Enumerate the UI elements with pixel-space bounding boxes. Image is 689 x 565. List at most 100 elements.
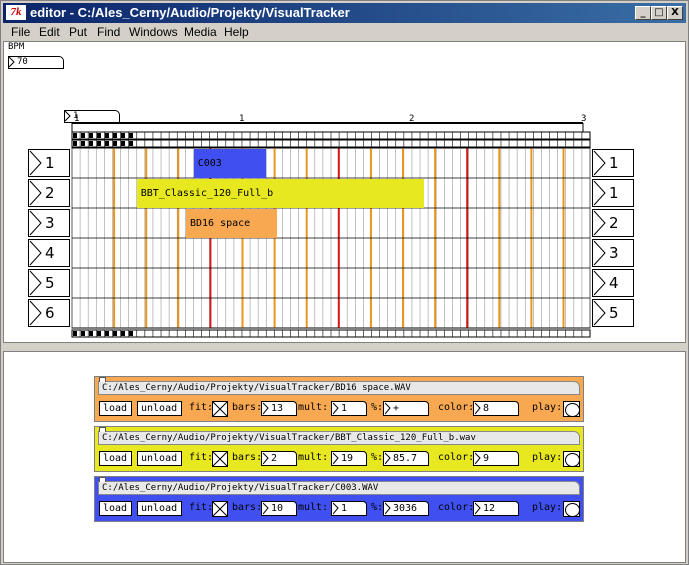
number-box-triangle-icon: [475, 502, 481, 515]
bottom-cell-strip-marker: [121, 331, 125, 336]
play-label: play:: [532, 402, 563, 413]
mult-number-box[interactable]: 1: [331, 501, 367, 516]
color-label: color:: [438, 502, 475, 513]
top-cell-strip-marker: [81, 133, 85, 138]
clip-3[interactable]: BD16 space: [185, 209, 277, 238]
number-box-triangle-icon: [29, 240, 42, 266]
menu-bar: File Edit Put Find Windows Media Help: [3, 23, 686, 41]
load-button[interactable]: load: [99, 451, 132, 466]
bottom-cell-strip-marker: [129, 331, 133, 336]
title-bar[interactable]: 7k editor - C:/Ales_Cerny/Audio/Projekty…: [3, 3, 686, 23]
editor-window: 7k editor - C:/Ales_Cerny/Audio/Projekty…: [0, 0, 689, 565]
track-out-box-5[interactable]: 4: [592, 269, 634, 297]
top-cell-strip-marker: [129, 133, 133, 138]
menu-find[interactable]: Find: [97, 25, 120, 39]
path-inlet: [99, 377, 106, 382]
menu-file[interactable]: File: [11, 25, 30, 39]
number-box-triangle-icon: [593, 270, 606, 296]
close-button[interactable]: X: [667, 6, 683, 20]
color-number-box[interactable]: 8: [473, 401, 519, 416]
pane-splitter[interactable]: [3, 343, 686, 351]
track-number: 4: [609, 274, 619, 292]
fit-toggle[interactable]: [212, 401, 228, 417]
fit-label: fit:: [189, 502, 214, 513]
top-cell-strip-marker: [105, 141, 109, 146]
menu-windows[interactable]: Windows: [129, 25, 178, 39]
percent-number-box[interactable]: 3036: [383, 501, 429, 516]
number-box-triangle-icon: [593, 180, 606, 206]
ruler-label: 3: [581, 114, 586, 124]
load-button[interactable]: load: [99, 501, 132, 516]
menu-put[interactable]: Put: [69, 25, 87, 39]
unload-button[interactable]: unload: [137, 401, 182, 416]
play-bang-button[interactable]: [563, 401, 580, 417]
menu-help[interactable]: Help: [224, 25, 249, 39]
track-number: 5: [45, 274, 55, 292]
mult-number-box[interactable]: 1: [331, 401, 367, 416]
window-title: editor - C:/Ales_Cerny/Audio/Projekty/Vi…: [30, 5, 350, 20]
play-label: play:: [532, 502, 563, 513]
track-number: 1: [609, 154, 619, 172]
percent-number-box[interactable]: +: [383, 401, 429, 416]
bars-number-box[interactable]: 13: [261, 401, 297, 416]
track-in-box-1[interactable]: 1: [28, 149, 70, 177]
fit-toggle[interactable]: [212, 501, 228, 517]
track-number: 2: [609, 214, 619, 232]
top-cell-strip-marker: [129, 141, 133, 146]
file-path: C:/Ales_Cerny/Audio/Projekty/VisualTrack…: [98, 427, 580, 445]
top-cell-strip-marker: [113, 133, 117, 138]
unload-button[interactable]: unload: [137, 501, 182, 516]
track-out-box-1[interactable]: 1: [592, 149, 634, 177]
menu-media[interactable]: Media: [184, 25, 217, 39]
bars-number-box[interactable]: 10: [261, 501, 297, 516]
patch-canvas-bottom[interactable]: C:/Ales_Cerny/Audio/Projekty/VisualTrack…: [3, 351, 686, 563]
mult-label: mult:: [298, 502, 329, 513]
number-box-triangle-icon: [333, 402, 339, 415]
color-number-box[interactable]: 9: [473, 451, 519, 466]
top-cell-strip-marker: [105, 133, 109, 138]
sample-panel-3: C:/Ales_Cerny/Audio/Projekty/VisualTrack…: [94, 476, 584, 522]
bottom-cell-strip-marker: [105, 331, 109, 336]
track-in-box-5[interactable]: 5: [28, 269, 70, 297]
x-icon: [212, 501, 228, 517]
path-inlet: [99, 427, 106, 432]
ruler-label: 2: [409, 114, 414, 124]
track-in-box-4[interactable]: 4: [28, 239, 70, 267]
track-out-box-4[interactable]: 3: [592, 239, 634, 267]
track-out-box-2[interactable]: 1: [592, 179, 634, 207]
bars-number-box[interactable]: 2: [261, 451, 297, 466]
clip-2[interactable]: BBT_Classic_120_Full_b: [136, 179, 425, 208]
track-in-box-6[interactable]: 6: [28, 299, 70, 327]
menu-edit[interactable]: Edit: [39, 25, 60, 39]
play-bang-button[interactable]: [563, 501, 580, 517]
track-in-box-2[interactable]: 2: [28, 179, 70, 207]
maximize-button[interactable]: □: [651, 6, 667, 20]
patch-canvas-top[interactable]: BPM 70 1 1123 123456 112345 C003 BBT_Clas…: [3, 41, 686, 343]
mult-number-box[interactable]: 19: [331, 451, 367, 466]
top-cell-strip-marker: [73, 133, 77, 138]
number-box-triangle-icon: [29, 150, 42, 176]
number-box-triangle-icon: [263, 502, 269, 515]
track-out-box-6[interactable]: 5: [592, 299, 634, 327]
play-bang-button[interactable]: [563, 451, 580, 467]
track-out-box-3[interactable]: 2: [592, 209, 634, 237]
percent-number-box[interactable]: 85.7: [383, 451, 429, 466]
clip-1[interactable]: C003: [193, 149, 267, 178]
number-box-triangle-icon: [475, 402, 481, 415]
fit-toggle[interactable]: [212, 451, 228, 467]
minimize-button[interactable]: _: [635, 6, 651, 20]
number-box-triangle-icon: [29, 300, 42, 326]
bars-label: bars:: [232, 402, 263, 413]
load-button[interactable]: load: [99, 401, 132, 416]
number-box-triangle-icon: [29, 270, 42, 296]
bars-label: bars:: [232, 502, 263, 513]
bottom-cell-strip-marker: [97, 331, 101, 336]
play-label: play:: [532, 452, 563, 463]
top-cell-strip-marker: [89, 133, 93, 138]
track-in-box-3[interactable]: 3: [28, 209, 70, 237]
bars-label: bars:: [232, 452, 263, 463]
unload-button[interactable]: unload: [137, 451, 182, 466]
number-box-triangle-icon: [475, 452, 481, 465]
x-icon: [212, 451, 228, 467]
color-number-box[interactable]: 12: [473, 501, 519, 516]
